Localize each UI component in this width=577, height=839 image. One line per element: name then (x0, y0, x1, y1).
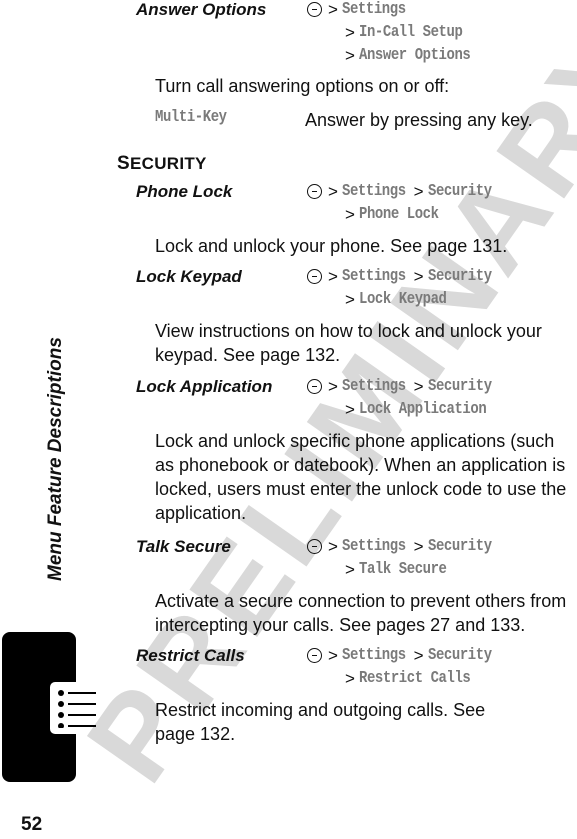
feature-name-restrict-calls: Restrict Calls (136, 646, 245, 665)
description-line: page 132. (155, 724, 236, 744)
menu-key-icon (307, 184, 322, 199)
feature-description-phone-lock: Lock and unlock your phone. See page 131… (155, 234, 577, 258)
side-section-title: Menu Feature Descriptions (45, 337, 66, 581)
path-item: Security (427, 267, 492, 286)
path-item: Restrict Calls (358, 669, 471, 688)
option-text-multi-key: Answer by pressing any key. (305, 110, 533, 130)
path-item: Lock Application (358, 400, 487, 419)
feature-name-phone-lock: Phone Lock (136, 182, 233, 201)
path-item: Settings (341, 377, 406, 396)
feature-path-lock-application: > Settings > Security > Lock Application (307, 375, 514, 421)
feature-path-restrict-calls: > Settings > Security > Restrict Calls (307, 644, 505, 690)
feature-description-restrict-calls: Restrict incoming and outgoing calls. Se… (155, 698, 577, 746)
feature-name-lock-keypad: Lock Keypad (136, 267, 242, 286)
path-item: Talk Secure (358, 560, 447, 579)
description-line: Lock and unlock specific phone applicati… (155, 431, 555, 451)
feature-name-answer-options: Answer Options (136, 0, 267, 19)
path-item: Settings (341, 537, 406, 556)
menu-key-icon (307, 648, 322, 663)
path-item: Lock Keypad (358, 290, 447, 309)
answer-options-path: > Settings > In-Call Setup > Answer Opti… (307, 0, 495, 67)
path-item: In-Call Setup (358, 23, 463, 42)
menu-key-icon (307, 2, 322, 17)
answer-options-description: Turn call answering options on or off: (155, 76, 450, 96)
description-line: Restrict incoming and outgoing calls. Se… (155, 700, 486, 720)
path-item: Security (427, 377, 492, 396)
path-item: Security (427, 182, 492, 201)
description-line: keypad. See page 132. (155, 345, 341, 365)
feature-path-lock-keypad: > Settings > Security > Lock Keypad (307, 265, 505, 311)
manual-page: Answer Options > Settings > In-Call Setu… (0, 0, 577, 839)
menu-key-icon (307, 539, 322, 554)
feature-description-talk-secure: Activate a secure connection to prevent … (155, 589, 577, 637)
feature-name-lock-application: Lock Application (136, 377, 273, 396)
path-item: Phone Lock (358, 205, 439, 224)
menu-key-icon (307, 379, 322, 394)
feature-path-phone-lock: > Settings > Security > Phone Lock (307, 180, 505, 226)
menu-list-icon (58, 690, 96, 728)
description-line: application. (155, 503, 247, 523)
feature-name-talk-secure: Talk Secure (136, 537, 231, 556)
path-item: Security (427, 646, 492, 665)
feature-description-lock-application: Lock and unlock specific phone applicati… (155, 429, 577, 525)
description-line: locked, users must enter the unlock code… (155, 479, 567, 499)
description-line: Activate a secure connection to prevent … (155, 591, 567, 611)
section-title-security: SECURITY (117, 153, 207, 174)
path-item: Settings (341, 182, 406, 201)
path-item: Settings (341, 267, 406, 286)
option-key-multi-key: Multi-Key (155, 108, 227, 127)
description-line: as phonebook or datebook). When an appli… (155, 455, 566, 475)
path-item: Answer Options (358, 46, 471, 65)
feature-description-lock-keypad: View instructions on how to lock and unl… (155, 319, 577, 367)
description-line: View instructions on how to lock and unl… (155, 321, 542, 341)
path-item: Security (427, 537, 492, 556)
path-item: Settings (341, 646, 406, 665)
menu-key-icon (307, 269, 322, 284)
feature-path-talk-secure: > Settings > Security > Talk Secure (307, 535, 505, 581)
path-item: Settings (341, 0, 406, 19)
page-number: 52 (21, 814, 43, 835)
description-line: intercepting your calls. See pages 27 an… (155, 615, 526, 635)
description-line: Lock and unlock your phone. See page 131… (155, 236, 508, 256)
